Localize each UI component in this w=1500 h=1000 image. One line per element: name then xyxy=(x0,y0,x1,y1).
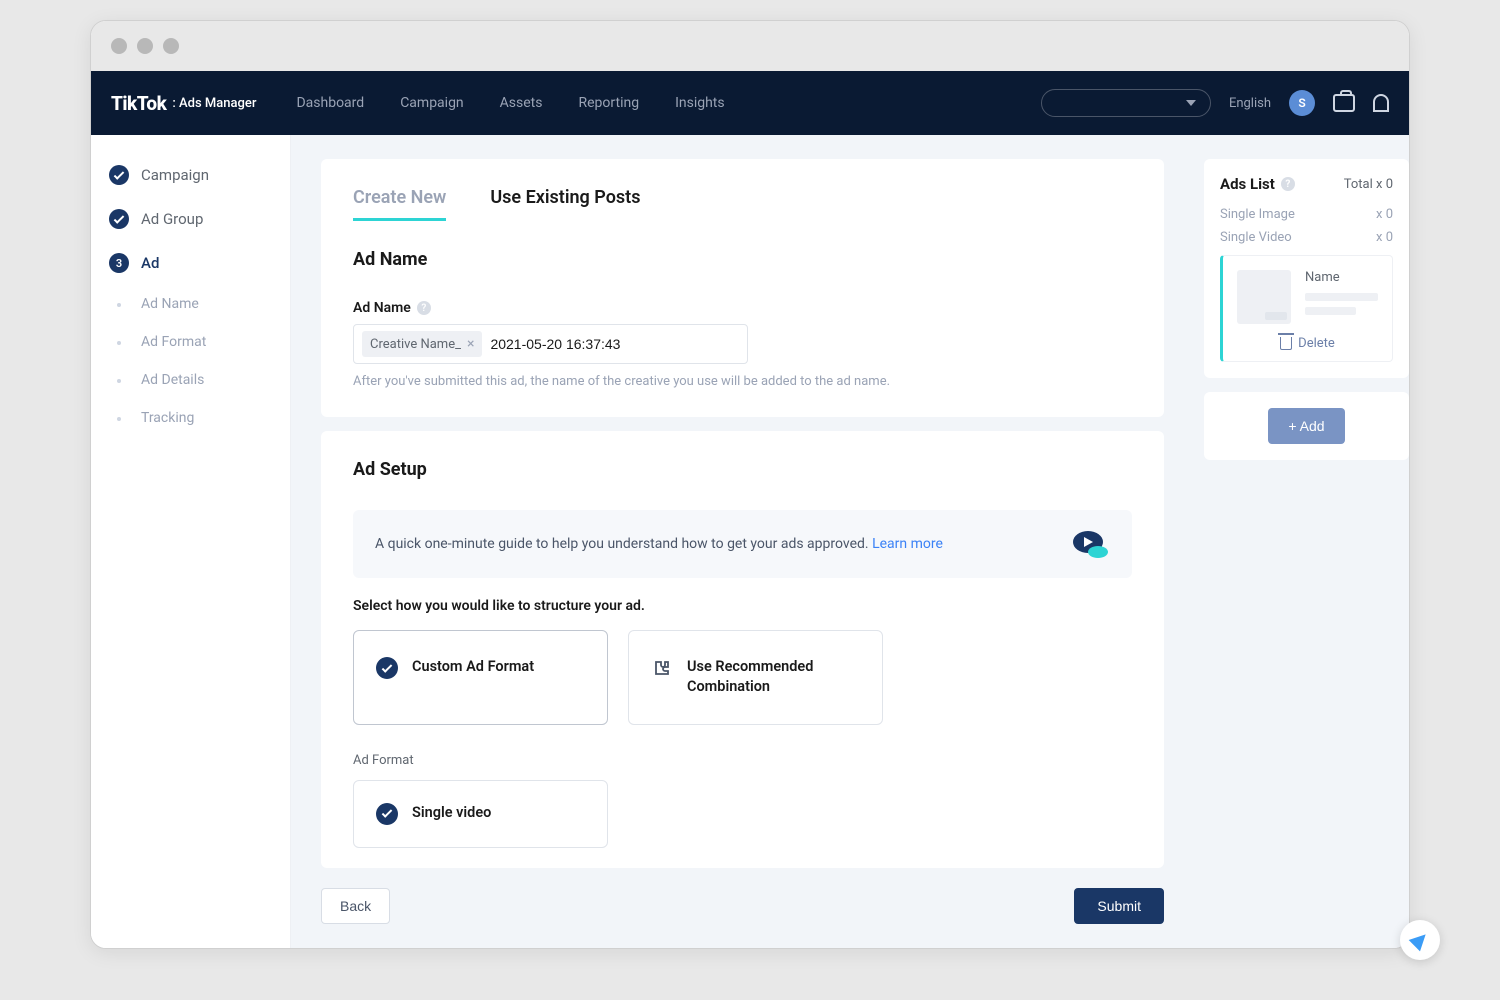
ad-setup-card: Ad Setup A quick one-minute guide to hel… xyxy=(321,431,1164,868)
nav-dashboard[interactable]: Dashboard xyxy=(296,95,364,111)
trash-icon xyxy=(1280,337,1292,350)
check-icon xyxy=(109,165,129,185)
help-icon[interactable]: ? xyxy=(417,301,431,315)
ad-name-input-wrap[interactable]: Creative Name_ × xyxy=(353,324,748,364)
row-label: Single Image xyxy=(1220,207,1295,222)
substep-ad-details[interactable]: Ad Details xyxy=(91,361,290,399)
nav-campaign[interactable]: Campaign xyxy=(400,95,463,111)
ad-name-card: Create New Use Existing Posts Ad Name Ad… xyxy=(321,159,1164,417)
chip-remove-icon[interactable]: × xyxy=(467,336,474,352)
ad-preview: Name Delete xyxy=(1220,255,1393,362)
add-ad-card: + Add xyxy=(1204,392,1409,460)
option-label: Custom Ad Format xyxy=(412,657,534,677)
check-icon xyxy=(376,803,398,825)
substep-tracking[interactable]: Tracking xyxy=(91,399,290,437)
preview-name-label: Name xyxy=(1305,270,1378,285)
tab-use-existing[interactable]: Use Existing Posts xyxy=(490,187,640,221)
step-number: 3 xyxy=(109,253,129,273)
app-body: Campaign Ad Group 3 Ad Ad Name Ad Format… xyxy=(91,135,1409,948)
approval-notice: A quick one-minute guide to help you und… xyxy=(353,510,1132,578)
learn-more-link[interactable]: Learn more xyxy=(872,536,943,552)
placeholder-line xyxy=(1305,307,1356,315)
ad-name-hint: After you've submitted this ad, the name… xyxy=(353,374,1132,389)
preview-thumbnail xyxy=(1237,270,1291,324)
top-nav: TikTok : Ads Manager Dashboard Campaign … xyxy=(91,71,1409,135)
brand-logo: TikTok xyxy=(111,92,166,115)
send-icon xyxy=(1409,929,1432,952)
help-fab[interactable] xyxy=(1400,920,1440,960)
step-label: Campaign xyxy=(141,166,209,184)
briefcase-icon[interactable] xyxy=(1333,94,1355,112)
brand-subtitle: : Ads Manager xyxy=(172,96,256,111)
ad-setup-heading: Ad Setup xyxy=(353,459,1132,480)
submit-button[interactable]: Submit xyxy=(1074,888,1164,924)
ad-name-label-text: Ad Name xyxy=(353,300,411,316)
delete-label: Delete xyxy=(1298,336,1335,351)
video-guide-icon xyxy=(1068,528,1110,560)
add-button[interactable]: + Add xyxy=(1268,408,1344,444)
check-icon xyxy=(109,209,129,229)
back-button[interactable]: Back xyxy=(321,888,390,924)
option-label: Use Recommended Combination xyxy=(687,657,860,698)
ad-name-label: Ad Name ? xyxy=(353,300,1132,316)
window-dot xyxy=(111,38,127,54)
preview-row: Name xyxy=(1237,270,1378,324)
ad-format-label: Ad Format xyxy=(353,753,1132,768)
step-ad-group[interactable]: Ad Group xyxy=(91,197,290,241)
chevron-down-icon xyxy=(1186,100,1196,106)
creative-name-chip: Creative Name_ × xyxy=(362,331,482,357)
option-recommended[interactable]: Use Recommended Combination xyxy=(628,630,883,725)
nav-assets[interactable]: Assets xyxy=(500,95,543,111)
tabs: Create New Use Existing Posts xyxy=(353,187,1132,221)
ad-name-input[interactable] xyxy=(490,336,739,352)
puzzle-icon xyxy=(651,657,673,679)
right-panel: Ads List? Total x 0 Single Image x 0 Sin… xyxy=(1194,135,1409,948)
select-structure-text: Select how you would like to structure y… xyxy=(353,598,1132,614)
list-row-video: Single Video x 0 xyxy=(1220,230,1393,245)
preview-meta: Name xyxy=(1305,270,1378,324)
step-campaign[interactable]: Campaign xyxy=(91,153,290,197)
substep-ad-format[interactable]: Ad Format xyxy=(91,323,290,361)
main-content: Create New Use Existing Posts Ad Name Ad… xyxy=(291,135,1194,948)
step-label: Ad Group xyxy=(141,210,203,228)
window-dot xyxy=(137,38,153,54)
window-titlebar xyxy=(91,21,1409,71)
user-avatar[interactable]: S xyxy=(1289,90,1315,116)
substep-ad-name[interactable]: Ad Name xyxy=(91,285,290,323)
account-dropdown[interactable] xyxy=(1041,89,1211,117)
nav-reporting[interactable]: Reporting xyxy=(579,95,640,111)
step-label: Ad xyxy=(141,254,159,272)
row-count: x 0 xyxy=(1376,230,1393,245)
language-selector[interactable]: English xyxy=(1229,96,1271,111)
nav-right: English S xyxy=(1041,89,1389,117)
ads-list-header: Ads List? Total x 0 xyxy=(1220,175,1393,193)
notice-text: A quick one-minute guide to help you und… xyxy=(375,533,1068,555)
ads-list-total: Total x 0 xyxy=(1344,177,1393,192)
delete-button[interactable]: Delete xyxy=(1237,336,1378,351)
browser-window: TikTok : Ads Manager Dashboard Campaign … xyxy=(90,20,1410,949)
nav-items: Dashboard Campaign Assets Reporting Insi… xyxy=(296,95,724,111)
structure-options: Custom Ad Format Use Recommended Combina… xyxy=(353,630,1132,725)
placeholder-line xyxy=(1305,293,1378,301)
chip-text: Creative Name_ xyxy=(370,337,461,352)
form-footer: Back Submit xyxy=(321,882,1164,924)
step-ad[interactable]: 3 Ad xyxy=(91,241,290,285)
row-label: Single Video xyxy=(1220,230,1292,245)
check-icon xyxy=(376,657,398,679)
ads-list-card: Ads List? Total x 0 Single Image x 0 Sin… xyxy=(1204,159,1409,378)
help-icon[interactable]: ? xyxy=(1281,177,1295,191)
bell-icon[interactable] xyxy=(1373,94,1389,112)
option-custom-format[interactable]: Custom Ad Format xyxy=(353,630,608,725)
list-row-image: Single Image x 0 xyxy=(1220,207,1393,222)
notice-body: A quick one-minute guide to help you und… xyxy=(375,536,872,552)
ads-list-title: Ads List xyxy=(1220,175,1275,193)
row-count: x 0 xyxy=(1376,207,1393,222)
nav-insights[interactable]: Insights xyxy=(675,95,725,111)
format-single-video[interactable]: Single video xyxy=(353,780,608,848)
tab-create-new[interactable]: Create New xyxy=(353,187,446,221)
format-label: Single video xyxy=(412,803,491,823)
window-dot xyxy=(163,38,179,54)
sidebar: Campaign Ad Group 3 Ad Ad Name Ad Format… xyxy=(91,135,291,948)
ad-name-heading: Ad Name xyxy=(353,249,1132,270)
